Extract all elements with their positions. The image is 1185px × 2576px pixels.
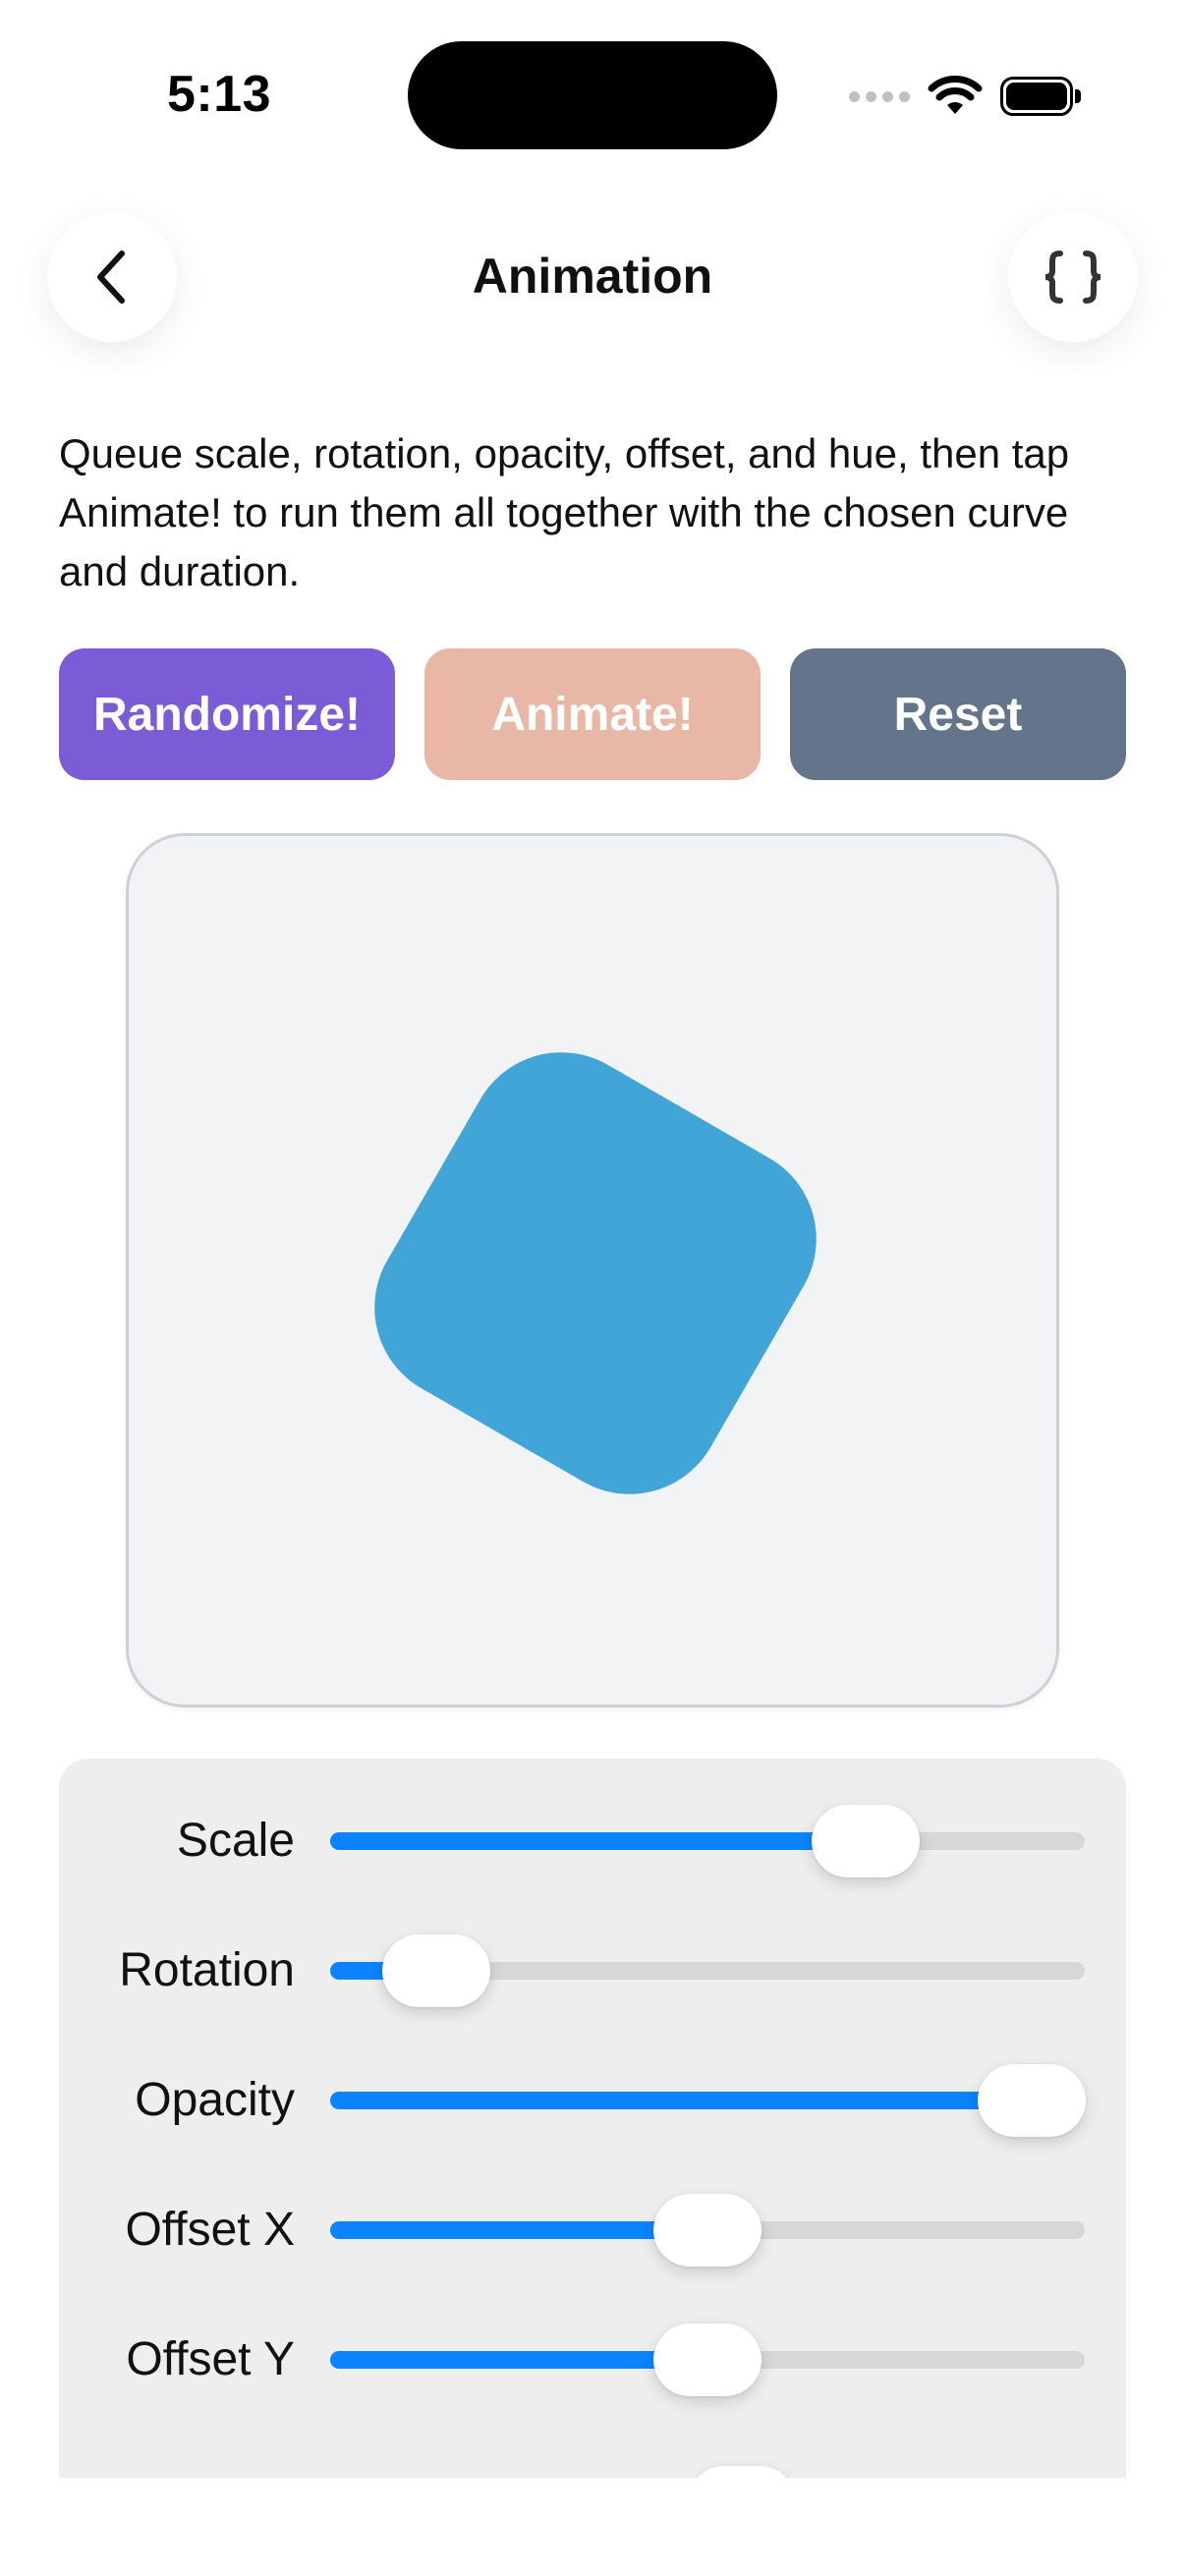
slider-row-offset-y: Offset Y: [59, 2321, 1126, 2399]
slider-thumb-opacity[interactable]: [978, 2064, 1086, 2137]
slider-label-rotation: Rotation: [119, 1944, 295, 1996]
slider-fill-opacity: [330, 2092, 1032, 2109]
slider-label-opacity: Opacity: [135, 2074, 295, 2126]
screen: 5:13 Animation Queue scale, rotation, op…: [0, 0, 1185, 2576]
controls-panel: Scale Rotation Opacity Offset X Offset Y: [59, 1759, 1126, 2478]
slider-thumb-rotation[interactable]: [382, 1934, 490, 2007]
slider-fill-offset-x: [330, 2221, 707, 2239]
reset-button[interactable]: Reset: [790, 648, 1126, 780]
slider-thumb-hue[interactable]: [688, 2466, 796, 2478]
slider-label-offset-y: Offset Y: [126, 2333, 295, 2385]
slider-row-rotation: Rotation: [59, 1932, 1126, 2010]
slider-row-opacity: Opacity: [59, 2061, 1126, 2140]
slider-label-offset-x: Offset X: [125, 2204, 295, 2256]
slider-thumb-scale[interactable]: [812, 1805, 920, 1877]
cellular-signal-icon: [849, 90, 910, 102]
code-button[interactable]: [1008, 212, 1138, 342]
slider-rotation[interactable]: [330, 1934, 1085, 2007]
slider-row-offset-x: Offset X: [59, 2191, 1126, 2269]
slider-offset-x[interactable]: [330, 2194, 1085, 2267]
slider-offset-y[interactable]: [330, 2324, 1085, 2396]
slider-row-scale: Scale: [59, 1802, 1126, 1880]
dynamic-island: [408, 41, 777, 149]
slider-thumb-offset-y[interactable]: [653, 2324, 762, 2396]
slider-opacity[interactable]: [330, 2064, 1086, 2137]
battery-icon: [1000, 77, 1081, 116]
status-indicators: [849, 69, 1081, 124]
slider-fill-scale: [330, 1832, 866, 1850]
curly-braces-icon: [1044, 251, 1101, 304]
slider-label-scale: Scale: [176, 1815, 295, 1867]
slider-scale[interactable]: [330, 1805, 1085, 1877]
status-time: 5:13: [167, 66, 272, 123]
randomize-button[interactable]: Randomize!: [59, 648, 395, 780]
slider-thumb-offset-x[interactable]: [653, 2194, 762, 2267]
animate-button[interactable]: Animate!: [424, 648, 761, 780]
animated-shape: [340, 1018, 851, 1529]
slider-fill-offset-y: [330, 2351, 707, 2369]
animation-stage: [126, 833, 1059, 1708]
wifi-icon: [928, 76, 983, 114]
description-text: Queue scale, rotation, opacity, offset, …: [59, 430, 1070, 594]
